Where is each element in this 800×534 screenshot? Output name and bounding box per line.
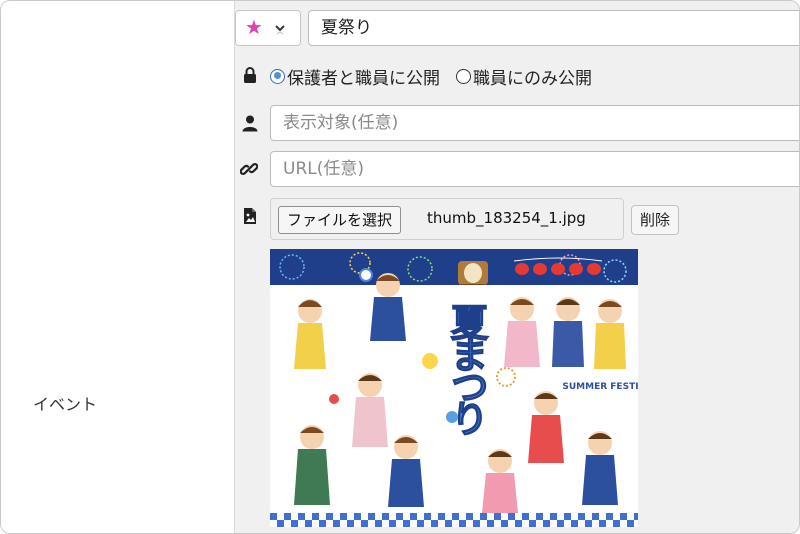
chevron-down-icon: [275, 25, 285, 35]
selected-file-name: thumb_183254_1.jpg: [427, 209, 586, 227]
lock-icon: [244, 67, 256, 83]
radio-staff-only[interactable]: [456, 68, 471, 84]
choose-file-button[interactable]: ファイルを選択: [278, 206, 402, 234]
link-icon: [240, 163, 258, 175]
star-icon: ★: [245, 15, 263, 39]
event-title-input[interactable]: 夏祭り: [308, 10, 799, 46]
event-row-label: イベント: [33, 395, 98, 414]
event-content-column: ★ 夏祭り 保護者と職員に公開 職員にのみ公開 表示対象(任意) URL(任意)…: [234, 1, 799, 533]
delete-file-button[interactable]: 削除: [631, 205, 680, 235]
image-file-icon: [244, 208, 256, 224]
radio-parents-and-staff[interactable]: [270, 68, 285, 84]
thumbnail-subtitle-text: SUMMER FESTIVAL: [562, 382, 638, 392]
display-target-input[interactable]: 表示対象(任意): [270, 105, 799, 141]
url-input[interactable]: URL(任意): [270, 151, 799, 187]
visibility-radio-group: 保護者と職員に公開 職員にのみ公開: [270, 64, 608, 89]
user-icon: [242, 115, 258, 132]
image-thumbnail: 夏まつり SUMMER FESTIVAL: [270, 249, 638, 527]
file-input: ファイルを選択 thumb_183254_1.jpg: [270, 198, 624, 240]
label-column: イベント: [1, 1, 234, 533]
radio-label-parents-and-staff: 保護者と職員に公開: [287, 68, 440, 89]
event-form-frame: イベント ★ 夏祭り 保護者と職員に公開 職員にのみ公開 表示対象(任意) UR…: [0, 0, 800, 534]
stamp-selector-button[interactable]: ★: [235, 10, 301, 46]
summer-festival-illustration: 夏まつり SUMMER FESTIVAL: [270, 249, 638, 527]
radio-label-staff-only: 職員にのみ公開: [473, 68, 592, 89]
